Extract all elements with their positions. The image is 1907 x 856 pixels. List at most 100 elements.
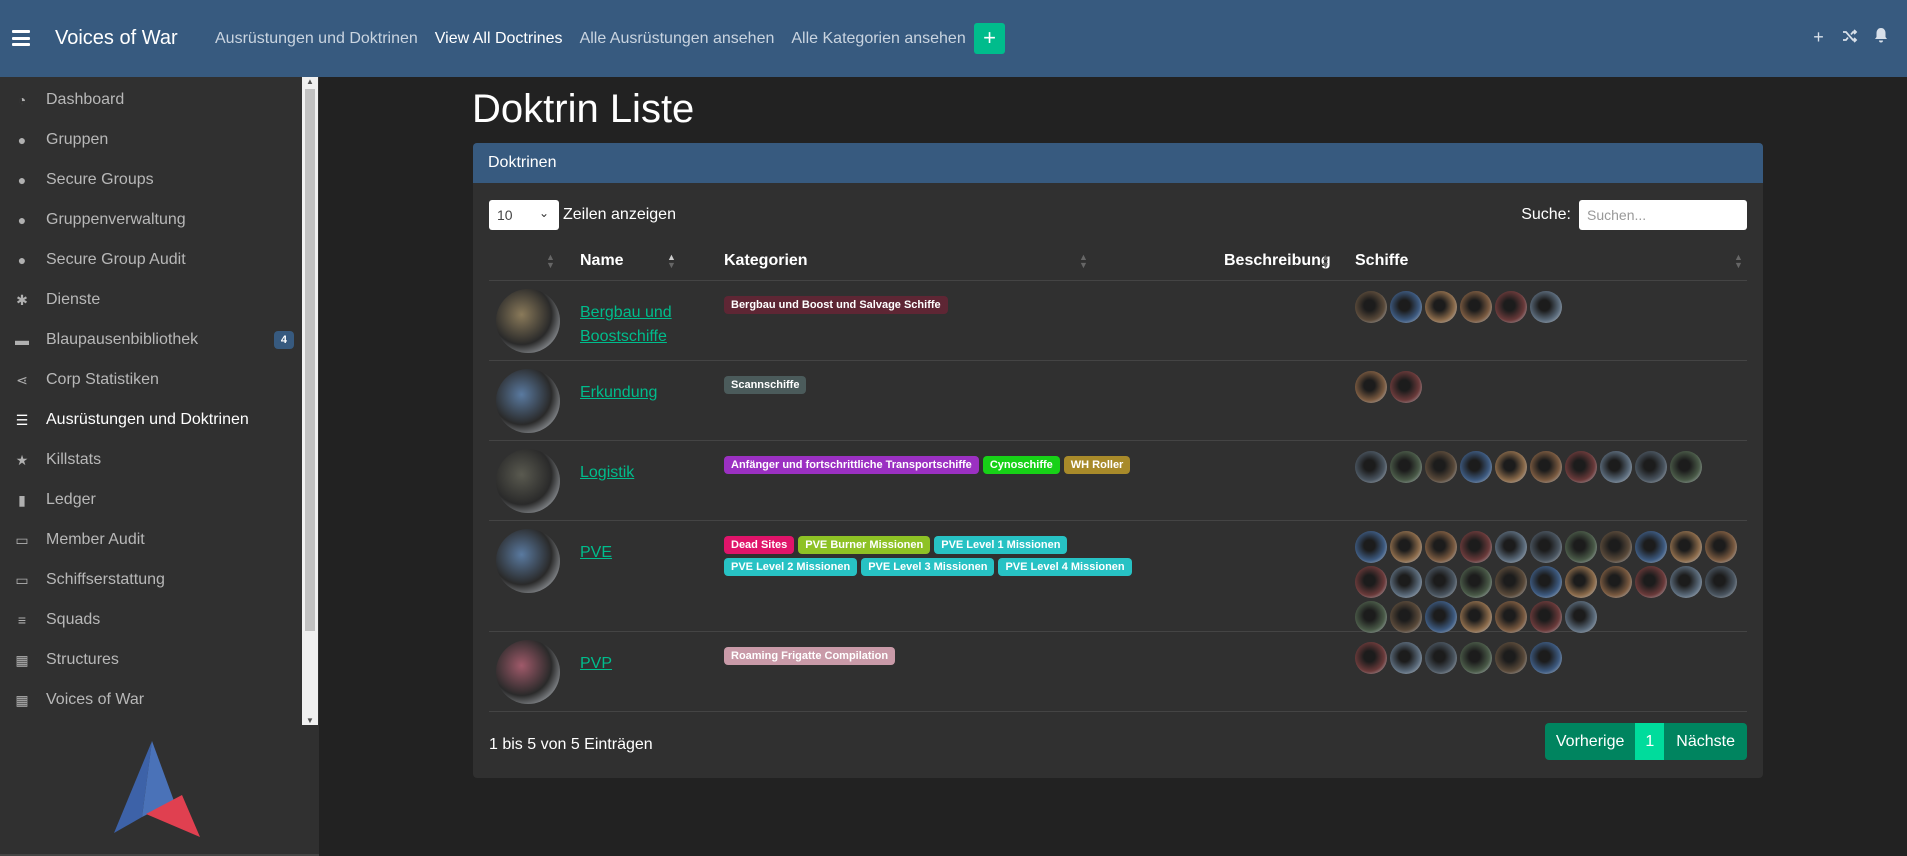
nav-all-categories[interactable]: Alle Kategorien ansehen	[791, 30, 965, 48]
ship-icon[interactable]	[1530, 451, 1562, 483]
column-header-description[interactable]: Beschreibung	[1224, 241, 1331, 281]
ship-icon[interactable]	[1670, 451, 1702, 483]
category-tag[interactable]: WH Roller	[1063, 456, 1131, 474]
page-length-select[interactable]: 10 ⌄	[489, 200, 559, 230]
column-header-ships[interactable]: Schiffe	[1355, 241, 1408, 281]
plus-icon[interactable]: +	[1810, 27, 1827, 48]
category-tag[interactable]: Anfänger und fortschrittliche Transports…	[724, 456, 979, 474]
ship-icon[interactable]	[1390, 531, 1422, 563]
ship-icon[interactable]	[1565, 531, 1597, 563]
ship-icon[interactable]	[1355, 531, 1387, 563]
category-tag[interactable]: PVE Burner Missionen	[798, 536, 931, 554]
ship-icon[interactable]	[1670, 566, 1702, 598]
ship-icon[interactable]	[1530, 531, 1562, 563]
ship-icon[interactable]	[1425, 291, 1457, 323]
ship-icon[interactable]	[1600, 566, 1632, 598]
ship-icon[interactable]	[1460, 451, 1492, 483]
sort-asc-icon[interactable]: ▲ ▼	[667, 253, 676, 270]
ship-icon[interactable]	[1390, 291, 1422, 323]
bell-icon[interactable]	[1872, 27, 1889, 48]
ship-icon[interactable]	[1635, 531, 1667, 563]
ship-icon[interactable]	[1495, 451, 1527, 483]
ship-icon[interactable]	[1355, 291, 1387, 323]
ship-icon[interactable]	[1670, 531, 1702, 563]
ship-icon[interactable]	[1425, 451, 1457, 483]
ship-icon[interactable]	[1425, 566, 1457, 598]
sidebar-item[interactable]: ▭ Schiffserstattung	[0, 560, 302, 600]
ship-icon[interactable]	[1530, 601, 1562, 633]
category-tag[interactable]: PVE Level 3 Missionen	[861, 558, 995, 576]
category-tag[interactable]: PVE Level 4 Missionen	[998, 558, 1132, 576]
sidebar-item[interactable]: ★ Killstats	[0, 440, 302, 480]
category-tag[interactable]: Roaming Frigatte Compilation	[724, 647, 896, 665]
sort-icon[interactable]: ▲ ▼	[1734, 253, 1743, 270]
ship-icon[interactable]	[1495, 642, 1527, 674]
ship-icon[interactable]	[1495, 291, 1527, 323]
scrollbar-thumb[interactable]	[305, 89, 315, 631]
category-tag[interactable]: Bergbau und Boost und Salvage Schiffe	[724, 296, 948, 314]
ship-icon[interactable]	[1390, 451, 1422, 483]
ship-icon[interactable]	[1355, 451, 1387, 483]
nav-all-fittings[interactable]: Alle Ausrüstungen ansehen	[580, 30, 775, 48]
sidebar-item[interactable]: ✱ Dienste	[0, 280, 302, 320]
ship-icon[interactable]	[1565, 451, 1597, 483]
ship-icon[interactable]	[1635, 451, 1667, 483]
doctrine-name-link[interactable]: Logistik	[580, 461, 690, 485]
add-button[interactable]: +	[974, 23, 1005, 54]
ship-icon[interactable]	[1355, 601, 1387, 633]
ship-icon[interactable]	[1460, 642, 1492, 674]
sidebar-item[interactable]: ● Secure Groups	[0, 160, 302, 200]
column-header-categories[interactable]: Kategorien	[724, 241, 808, 281]
ship-icon[interactable]	[1460, 291, 1492, 323]
sidebar-item[interactable]: ▮ Ledger	[0, 480, 302, 520]
column-header-name[interactable]: Name	[580, 241, 624, 281]
sort-icon[interactable]: ▲ ▼	[1079, 253, 1088, 270]
ship-icon[interactable]	[1390, 566, 1422, 598]
category-tag[interactable]: PVE Level 2 Missionen	[724, 558, 858, 576]
ship-icon[interactable]	[1495, 566, 1527, 598]
ship-icon[interactable]	[1425, 531, 1457, 563]
ship-icon[interactable]	[1600, 531, 1632, 563]
doctrine-name-link[interactable]: Erkundung	[580, 381, 690, 405]
search-input[interactable]	[1579, 200, 1747, 230]
ship-icon[interactable]	[1460, 566, 1492, 598]
next-page-button[interactable]: Nächste	[1664, 723, 1747, 760]
ship-icon[interactable]	[1460, 531, 1492, 563]
ship-icon[interactable]	[1635, 566, 1667, 598]
ship-icon[interactable]	[1530, 566, 1562, 598]
sidebar-item[interactable]: ▭ Member Audit	[0, 520, 302, 560]
ship-icon[interactable]	[1460, 601, 1492, 633]
ship-icon[interactable]	[1565, 601, 1597, 633]
ship-icon[interactable]	[1390, 601, 1422, 633]
ship-icon[interactable]	[1355, 566, 1387, 598]
scroll-down-icon[interactable]: ▼	[306, 716, 314, 725]
scroll-up-icon[interactable]: ▲	[306, 77, 314, 86]
ship-icon[interactable]	[1355, 371, 1387, 403]
ship-icon[interactable]	[1390, 642, 1422, 674]
sidebar-item[interactable]: ● Secure Group Audit	[0, 240, 302, 280]
sidebar-item[interactable]: ▦ Voices of War	[0, 680, 302, 720]
previous-page-button[interactable]: Vorherige	[1544, 723, 1636, 760]
sidebar-item[interactable]: ● Gruppenverwaltung	[0, 200, 302, 240]
current-page-button[interactable]: 1	[1635, 723, 1665, 760]
doctrine-name-link[interactable]: PVP	[580, 652, 690, 676]
sidebar-item[interactable]: ▦ Structures	[0, 640, 302, 680]
sort-icon[interactable]: ▲ ▼	[1321, 253, 1330, 270]
sidebar-item[interactable]: ≡ Squads	[0, 600, 302, 640]
sidebar-item[interactable]: ◔ Dashboard	[0, 80, 302, 120]
ship-icon[interactable]	[1565, 566, 1597, 598]
sidebar-item[interactable]: ▬ Blaupausenbibliothek 4	[0, 320, 302, 360]
ship-icon[interactable]	[1425, 642, 1457, 674]
doctrine-name-link[interactable]: Bergbau und Boostschiffe	[580, 301, 690, 349]
shuffle-icon[interactable]	[1841, 27, 1858, 48]
category-tag[interactable]: Scannschiffe	[724, 376, 807, 394]
sort-icon[interactable]: ▲ ▼	[546, 253, 555, 270]
ship-icon[interactable]	[1425, 601, 1457, 633]
category-tag[interactable]: Cynoschiffe	[982, 456, 1060, 474]
ship-icon[interactable]	[1705, 566, 1737, 598]
nav-view-all-doctrines[interactable]: View All Doctrines	[435, 30, 563, 48]
menu-toggle-icon[interactable]	[12, 29, 30, 47]
category-tag[interactable]: PVE Level 1 Missionen	[934, 536, 1068, 554]
sidebar-item[interactable]: ⋖ Corp Statistiken	[0, 360, 302, 400]
category-tag[interactable]: Dead Sites	[724, 536, 795, 554]
